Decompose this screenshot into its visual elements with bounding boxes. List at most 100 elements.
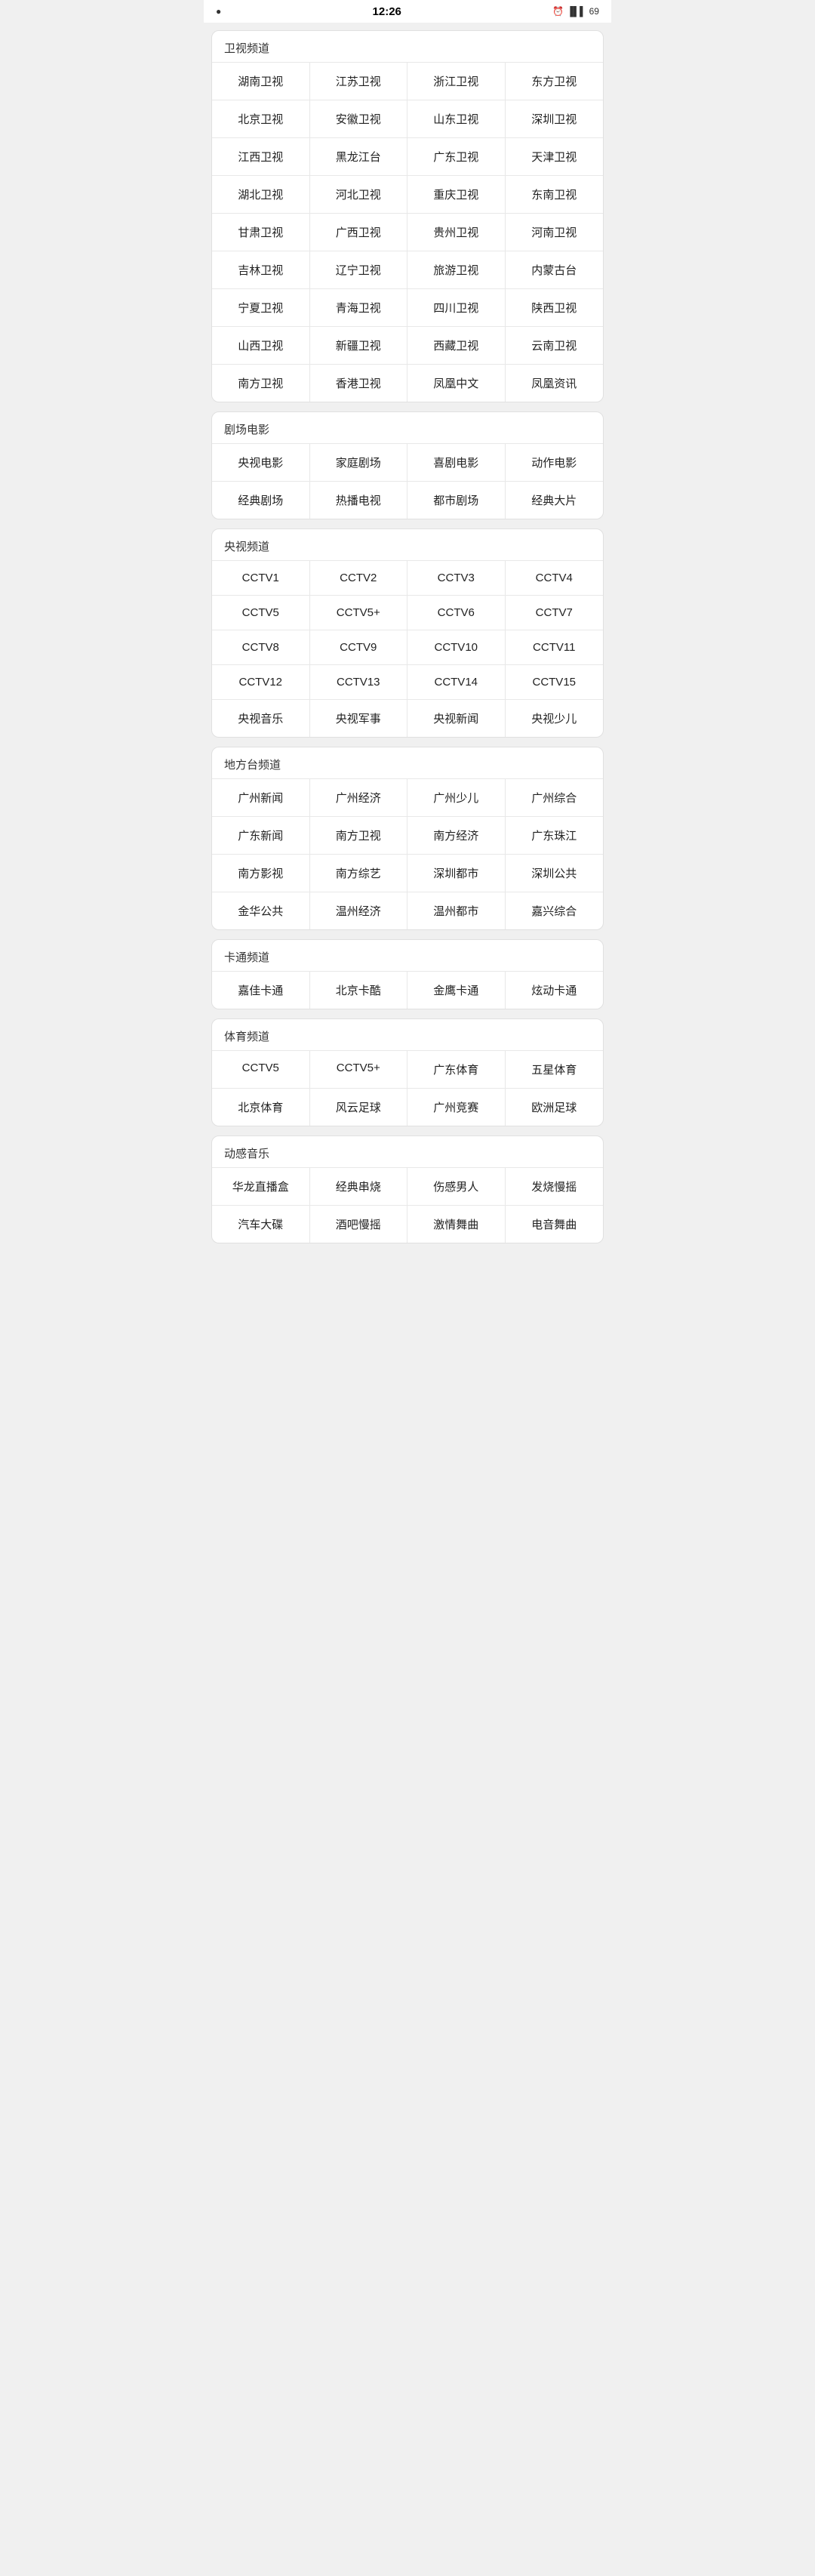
channel-item[interactable]: 伤感男人: [408, 1168, 506, 1206]
channel-item[interactable]: 酒吧慢摇: [310, 1206, 408, 1243]
channel-item[interactable]: 欧洲足球: [506, 1089, 604, 1126]
channel-item[interactable]: 央视军事: [310, 700, 408, 737]
channel-item[interactable]: 青海卫视: [310, 289, 408, 327]
channel-item[interactable]: 广东体育: [408, 1051, 506, 1089]
channel-item[interactable]: 湖南卫视: [212, 63, 310, 100]
channel-item[interactable]: 山西卫视: [212, 327, 310, 365]
channel-item[interactable]: 嘉兴综合: [506, 892, 604, 929]
channel-item[interactable]: 广东珠江: [506, 817, 604, 855]
channel-item[interactable]: CCTV14: [408, 665, 506, 700]
channel-item[interactable]: 央视新闻: [408, 700, 506, 737]
channel-item[interactable]: CCTV5+: [310, 596, 408, 630]
channel-item[interactable]: 宁夏卫视: [212, 289, 310, 327]
channel-item[interactable]: 经典串烧: [310, 1168, 408, 1206]
channel-item[interactable]: 深圳公共: [506, 855, 604, 892]
channel-item[interactable]: 天津卫视: [506, 138, 604, 176]
channel-item[interactable]: 五星体育: [506, 1051, 604, 1089]
channel-item[interactable]: 南方卫视: [212, 365, 310, 402]
channel-item[interactable]: 河北卫视: [310, 176, 408, 214]
channel-item[interactable]: 北京卡酷: [310, 972, 408, 1009]
channel-item[interactable]: 家庭剧场: [310, 444, 408, 482]
channel-item[interactable]: 炫动卡通: [506, 972, 604, 1009]
channel-item[interactable]: 经典剧场: [212, 482, 310, 519]
channel-item[interactable]: 凤凰资讯: [506, 365, 604, 402]
channel-item[interactable]: 南方卫视: [310, 817, 408, 855]
channel-item[interactable]: 南方影视: [212, 855, 310, 892]
channel-item[interactable]: 广州经济: [310, 779, 408, 817]
channel-item[interactable]: 广东新闻: [212, 817, 310, 855]
channel-item[interactable]: 广州竞赛: [408, 1089, 506, 1126]
channel-item[interactable]: CCTV5: [212, 1051, 310, 1089]
channel-item[interactable]: 山东卫视: [408, 100, 506, 138]
channel-item[interactable]: 广西卫视: [310, 214, 408, 251]
channel-item[interactable]: 甘肃卫视: [212, 214, 310, 251]
channel-item[interactable]: 汽车大碟: [212, 1206, 310, 1243]
channel-item[interactable]: CCTV15: [506, 665, 604, 700]
channel-item[interactable]: 电音舞曲: [506, 1206, 604, 1243]
channel-item[interactable]: 云南卫视: [506, 327, 604, 365]
channel-item[interactable]: CCTV2: [310, 561, 408, 596]
channel-item[interactable]: 广东卫视: [408, 138, 506, 176]
channel-item[interactable]: 广州综合: [506, 779, 604, 817]
channel-item[interactable]: CCTV12: [212, 665, 310, 700]
channel-item[interactable]: 动作电影: [506, 444, 604, 482]
channel-item[interactable]: 热播电视: [310, 482, 408, 519]
channel-item[interactable]: CCTV5+: [310, 1051, 408, 1089]
channel-item[interactable]: 吉林卫视: [212, 251, 310, 289]
channel-item[interactable]: 都市剧场: [408, 482, 506, 519]
channel-item[interactable]: 陕西卫视: [506, 289, 604, 327]
channel-item[interactable]: 广州新闻: [212, 779, 310, 817]
channel-item[interactable]: 黑龙江台: [310, 138, 408, 176]
channel-item[interactable]: 温州都市: [408, 892, 506, 929]
channel-item[interactable]: 深圳都市: [408, 855, 506, 892]
channel-item[interactable]: CCTV9: [310, 630, 408, 665]
channel-item[interactable]: 激情舞曲: [408, 1206, 506, 1243]
channel-item[interactable]: CCTV10: [408, 630, 506, 665]
channel-item[interactable]: 北京卫视: [212, 100, 310, 138]
channel-item[interactable]: 北京体育: [212, 1089, 310, 1126]
channel-item[interactable]: 风云足球: [310, 1089, 408, 1126]
channel-item[interactable]: 央视电影: [212, 444, 310, 482]
channel-item[interactable]: 辽宁卫视: [310, 251, 408, 289]
channel-item[interactable]: CCTV4: [506, 561, 604, 596]
channel-item[interactable]: CCTV3: [408, 561, 506, 596]
channel-item[interactable]: 旅游卫视: [408, 251, 506, 289]
channel-item[interactable]: 金鹰卡通: [408, 972, 506, 1009]
channel-item[interactable]: 喜剧电影: [408, 444, 506, 482]
channel-item[interactable]: 嘉佳卡通: [212, 972, 310, 1009]
channel-item[interactable]: CCTV13: [310, 665, 408, 700]
channel-item[interactable]: 湖北卫视: [212, 176, 310, 214]
channel-item[interactable]: 四川卫视: [408, 289, 506, 327]
channel-item[interactable]: CCTV8: [212, 630, 310, 665]
channel-item[interactable]: 江西卫视: [212, 138, 310, 176]
channel-item[interactable]: 广州少儿: [408, 779, 506, 817]
channel-item[interactable]: 凤凰中文: [408, 365, 506, 402]
channel-item[interactable]: 河南卫视: [506, 214, 604, 251]
channel-item[interactable]: 浙江卫视: [408, 63, 506, 100]
channel-item[interactable]: 央视音乐: [212, 700, 310, 737]
channel-item[interactable]: 内蒙古台: [506, 251, 604, 289]
channel-item[interactable]: 华龙直播盒: [212, 1168, 310, 1206]
channel-item[interactable]: 东南卫视: [506, 176, 604, 214]
channel-item[interactable]: CCTV6: [408, 596, 506, 630]
channel-item[interactable]: CCTV1: [212, 561, 310, 596]
channel-item[interactable]: 温州经济: [310, 892, 408, 929]
channel-item[interactable]: 东方卫视: [506, 63, 604, 100]
channel-item[interactable]: 西藏卫视: [408, 327, 506, 365]
channel-item[interactable]: 南方综艺: [310, 855, 408, 892]
channel-item[interactable]: 金华公共: [212, 892, 310, 929]
channel-item[interactable]: CCTV5: [212, 596, 310, 630]
channel-item[interactable]: 新疆卫视: [310, 327, 408, 365]
channel-item[interactable]: 江苏卫视: [310, 63, 408, 100]
channel-item[interactable]: 发烧慢摇: [506, 1168, 604, 1206]
channel-item[interactable]: 安徽卫视: [310, 100, 408, 138]
channel-item[interactable]: 重庆卫视: [408, 176, 506, 214]
channel-item[interactable]: 南方经济: [408, 817, 506, 855]
channel-item[interactable]: 贵州卫视: [408, 214, 506, 251]
channel-item[interactable]: 深圳卫视: [506, 100, 604, 138]
channel-item[interactable]: 央视少儿: [506, 700, 604, 737]
channel-item[interactable]: 香港卫视: [310, 365, 408, 402]
channel-item[interactable]: CCTV11: [506, 630, 604, 665]
channel-item[interactable]: CCTV7: [506, 596, 604, 630]
channel-item[interactable]: 经典大片: [506, 482, 604, 519]
